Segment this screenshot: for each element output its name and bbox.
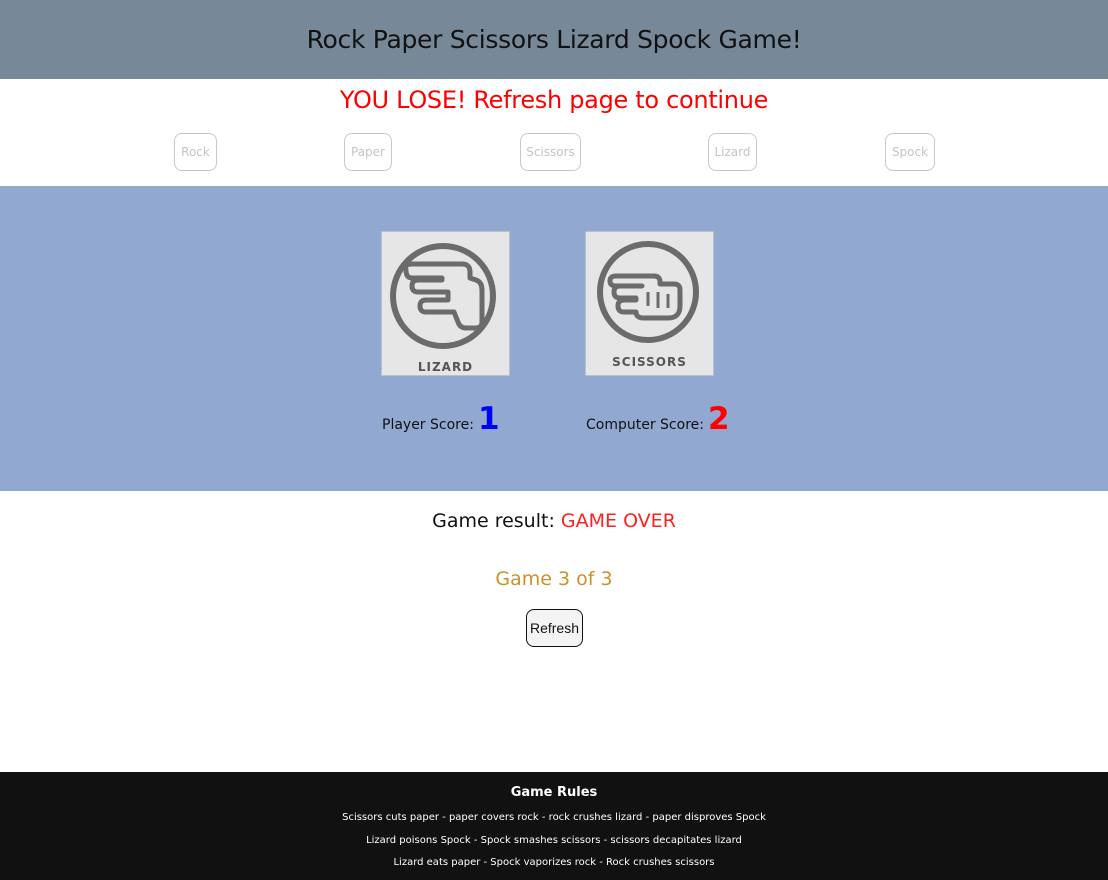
player-score-value: 1 xyxy=(477,401,500,437)
player-score-label: Player Score: xyxy=(382,417,474,433)
computer-card-label: SCISSORS xyxy=(612,355,687,369)
scissors-button[interactable]: Scissors xyxy=(520,133,581,171)
computer-score-value: 2 xyxy=(707,401,730,437)
rule-line: Scissors cuts paper - paper covers rock … xyxy=(342,812,766,823)
lizard-hand-icon xyxy=(390,243,496,349)
lizard-button[interactable]: Lizard xyxy=(708,133,757,171)
spock-button[interactable]: Spock xyxy=(885,133,935,171)
rules-title: Game Rules xyxy=(510,785,598,800)
paper-button[interactable]: Paper xyxy=(344,133,392,171)
page-header: Rock Paper Scissors Lizard Spock Game! xyxy=(0,0,1108,79)
refresh-button[interactable]: Refresh xyxy=(526,609,583,647)
page-title: Rock Paper Scissors Lizard Spock Game! xyxy=(306,25,802,54)
game-result: Game result: GAME OVER xyxy=(0,510,1108,532)
game-arena: LIZARD SCISSORS Player Score: 1 Computer… xyxy=(0,186,1108,491)
computer-score-label: Computer Score: xyxy=(586,417,704,433)
rule-line: Lizard poisons Spock - Spock smashes sci… xyxy=(366,835,742,846)
page-footer: Game Rules Scissors cuts paper - paper c… xyxy=(0,772,1108,880)
rock-button[interactable]: Rock xyxy=(174,133,217,171)
player-score: Player Score: 1 xyxy=(382,401,500,437)
scissors-hand-icon xyxy=(597,241,699,343)
computer-choice-card: SCISSORS xyxy=(585,231,714,376)
player-card-label: LIZARD xyxy=(417,360,474,374)
game-result-label: Game result: xyxy=(432,510,555,532)
game-result-value: GAME OVER xyxy=(560,510,676,532)
computer-score: Computer Score: 2 xyxy=(586,401,730,437)
game-counter: Game 3 of 3 xyxy=(495,568,613,590)
player-choice-card: LIZARD xyxy=(381,231,510,376)
rule-line: Lizard eats paper - Spock vaporizes rock… xyxy=(393,857,715,868)
status-message: YOU LOSE! Refresh page to continue xyxy=(339,86,769,114)
